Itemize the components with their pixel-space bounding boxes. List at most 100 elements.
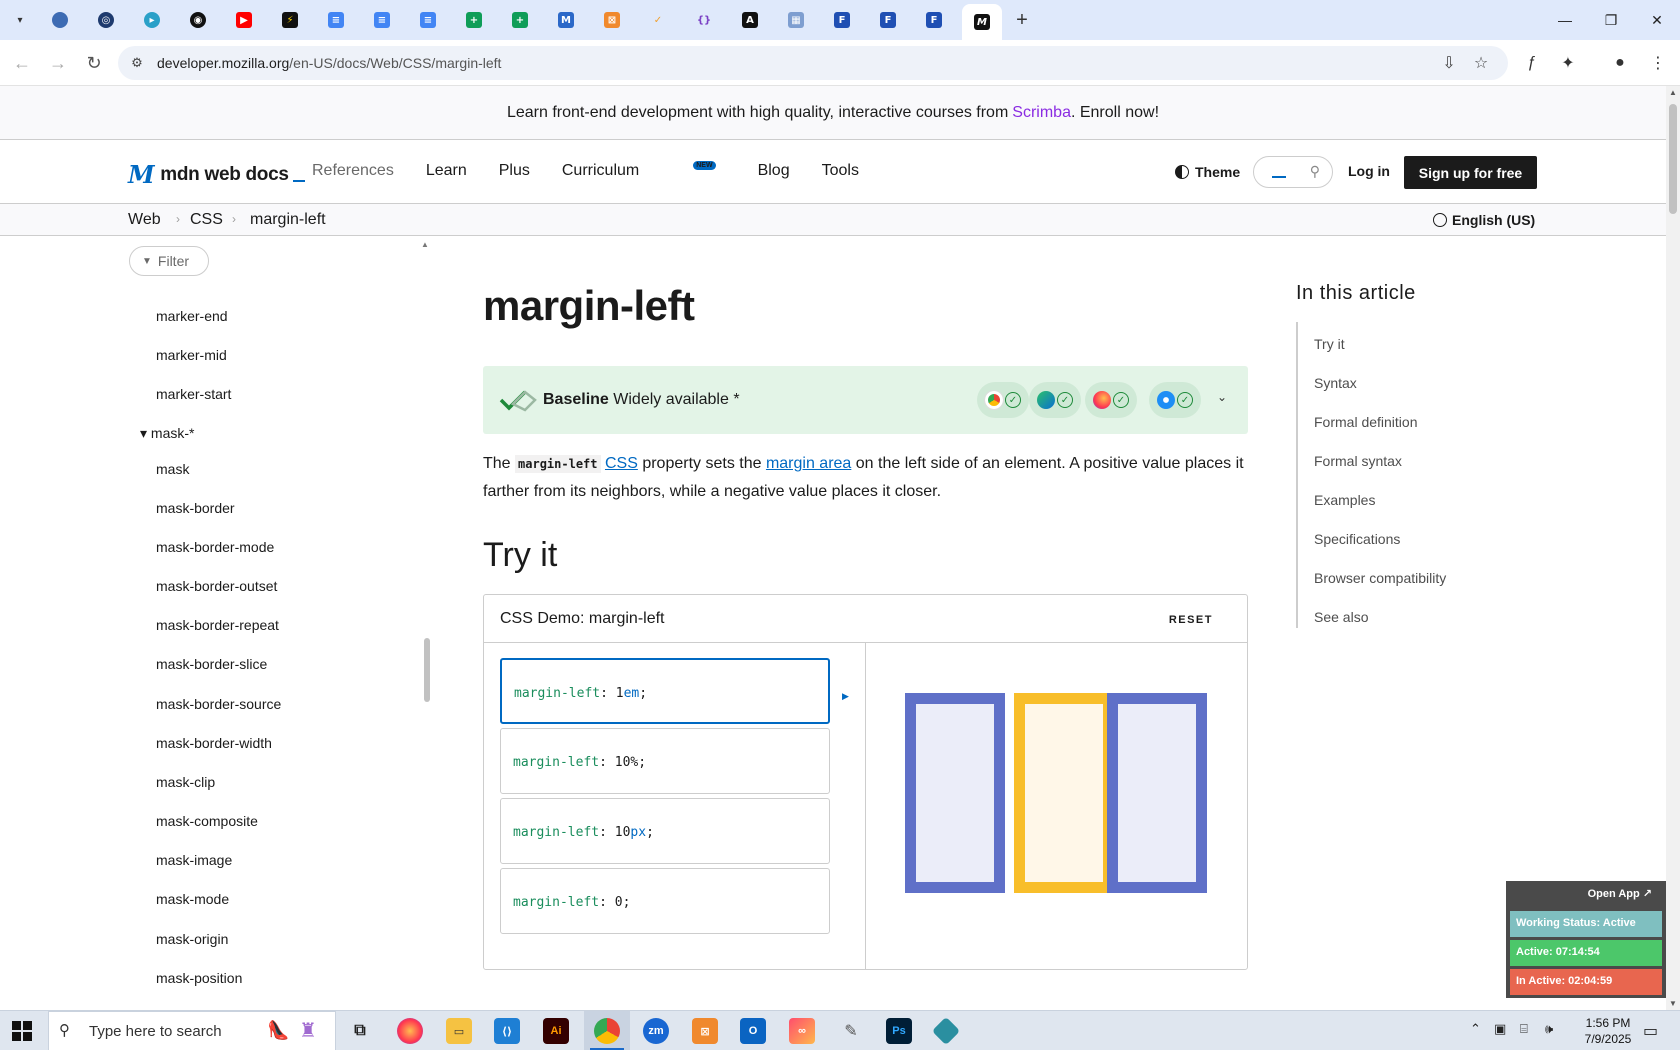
close-icon[interactable]: ✕ [1642,6,1672,34]
sidebar-item[interactable]: mask-border [156,500,235,516]
sidebar-item[interactable]: mask-position [156,970,242,986]
scroll-down-icon[interactable]: ▼ [1669,999,1677,1008]
filter-input[interactable]: ▼ Filter [129,246,209,276]
sidebar-item[interactable]: mask-origin [156,931,228,947]
chrome-taskbar-icon[interactable] [594,1018,620,1044]
tab-favicon[interactable]: ⚡ [278,8,302,32]
sidebar-item[interactable]: mask-border-width [156,735,272,751]
illustrator-icon[interactable]: Ai [543,1018,569,1044]
tab-favicon[interactable]: {} [692,8,716,32]
demo-choice-10percent[interactable]: margin-left: 10%; [500,728,830,794]
breadcrumb-css[interactable]: CSS [190,211,223,229]
file-explorer-icon[interactable]: ▭ [446,1018,472,1044]
toc-item[interactable]: Try it [1314,336,1345,352]
tab-favicon[interactable]: M [554,8,578,32]
profile-avatar-icon[interactable]: ● [1608,51,1632,75]
open-app-link[interactable]: Open App ↗ [1588,887,1652,900]
zoom-icon[interactable]: zm [643,1018,669,1044]
bookmark-star-icon[interactable]: ☆ [1470,52,1492,74]
youtube-icon[interactable]: ▶ [232,8,256,32]
tab-favicon[interactable]: ◎ [94,8,118,32]
toc-item[interactable]: Formal syntax [1314,453,1402,469]
sidebar-item[interactable]: marker-start [156,386,231,402]
tray-chevron-icon[interactable]: ⌃ [1470,1021,1481,1037]
sidebar-scroll-up-icon[interactable]: ▲ [421,240,429,249]
extensions-puzzle-icon[interactable]: ✦ [1556,51,1580,75]
restore-icon[interactable]: ❐ [1596,6,1626,34]
toc-item[interactable]: Browser compatibility [1314,570,1446,586]
docs-icon[interactable]: ≡ [416,8,440,32]
tab-favicon[interactable]: ▸ [140,8,164,32]
nav-blog[interactable]: Blog [758,162,790,180]
tab-favicon[interactable]: A [738,8,762,32]
nav-tools[interactable]: Tools [822,162,859,180]
tab-favicon[interactable]: F [830,8,854,32]
task-view-icon[interactable]: ⧉ [347,1018,373,1044]
menu-kebab-icon[interactable]: ⋮ [1646,51,1670,75]
toc-item[interactable]: Formal definition [1314,414,1418,430]
toc-item[interactable]: Specifications [1314,531,1400,547]
language-switcher[interactable]: English (US) [1433,212,1535,228]
tab-favicon[interactable]: ✓ [646,8,670,32]
vscode-icon[interactable]: ⟨⟩ [494,1018,520,1044]
time-tracker-app-icon[interactable] [931,1016,961,1046]
extension-icon[interactable]: ƒ [1520,51,1544,75]
back-icon[interactable]: ← [10,51,34,75]
login-link[interactable]: Log in [1348,163,1390,179]
scrollbar-thumb[interactable] [1669,104,1677,214]
nav-learn[interactable]: Learn [426,162,467,180]
search-icon[interactable]: ⚲ [1310,163,1320,180]
tab-favicon[interactable]: F [922,8,946,32]
baseline-banner[interactable]: Baseline Widely available * ✓ ✓ ✓ ✓ ⌄ [483,366,1248,434]
creative-cloud-icon[interactable]: ∞ [789,1018,815,1044]
sidebar-group-mask[interactable]: ▾ mask-* [140,425,194,442]
sidebar-item[interactable]: marker-end [156,308,228,324]
tab-favicon[interactable]: F [876,8,900,32]
sidebar-item[interactable]: marker-mid [156,347,227,363]
css-link[interactable]: CSS [605,455,638,472]
breadcrumb-current[interactable]: margin-left [250,211,326,229]
forward-icon[interactable]: → [46,51,70,75]
tray-app-icon[interactable]: ▣ [1494,1021,1506,1037]
sidebar-item[interactable]: mask-border-slice [156,656,267,672]
network-icon[interactable]: ⌸ [1520,1021,1528,1037]
photoshop-icon[interactable]: Ps [886,1018,912,1044]
margin-area-link[interactable]: margin area [766,455,851,472]
sidebar-scrollbar[interactable] [424,638,430,702]
active-tab-mdn[interactable]: M [962,4,1002,40]
taskbar-search[interactable]: ⚲ Type here to search 👠 ♜ [48,1011,336,1050]
sheets-icon[interactable]: + [508,8,532,32]
outlook-icon[interactable]: O [740,1018,766,1044]
reset-button[interactable]: RESET [1169,614,1213,626]
toc-item[interactable]: See also [1314,609,1368,625]
sheets-icon[interactable]: + [462,8,486,32]
firefox-taskbar-icon[interactable] [397,1018,423,1044]
toc-item[interactable]: Syntax [1314,375,1357,391]
volume-icon[interactable]: 🕪 [1545,1021,1553,1037]
sidebar-item[interactable]: mask-border-source [156,696,281,712]
install-app-icon[interactable]: ⇩ [1438,52,1460,74]
xampp-icon[interactable]: ⊠ [692,1018,718,1044]
docs-icon[interactable]: ≡ [370,8,394,32]
tab-favicon[interactable]: ⊠ [600,8,624,32]
sidebar-item[interactable]: mask [156,461,189,477]
demo-choice-10px[interactable]: margin-left: 10px; [500,798,830,864]
sidebar-item[interactable]: mask-image [156,852,232,868]
reload-icon[interactable]: ↻ [82,51,106,75]
scroll-up-icon[interactable]: ▲ [1669,88,1677,97]
demo-choice-0[interactable]: margin-left: 0; [500,868,830,934]
url-text[interactable]: developer.mozilla.org/en-US/docs/Web/CSS… [157,55,501,71]
notifications-icon[interactable]: ▭ [1643,1021,1658,1041]
sidebar-item[interactable]: mask-clip [156,774,215,790]
sidebar-item[interactable]: mask-mode [156,891,229,907]
pen-tool-icon[interactable]: ✎ [838,1018,864,1044]
new-tab-button[interactable]: + [1010,8,1034,32]
tab-favicon[interactable] [48,8,72,32]
nav-references[interactable]: References [312,162,394,180]
toc-item[interactable]: Examples [1314,492,1375,508]
sidebar-item[interactable]: mask-composite [156,813,258,829]
clock[interactable]: 1:56 PM 7/9/2025 [1573,1015,1643,1047]
minimize-icon[interactable]: — [1550,6,1580,34]
demo-choice-1em[interactable]: margin-left: 1em; [500,658,830,724]
nav-curriculum[interactable]: Curriculum NEW [562,161,726,180]
